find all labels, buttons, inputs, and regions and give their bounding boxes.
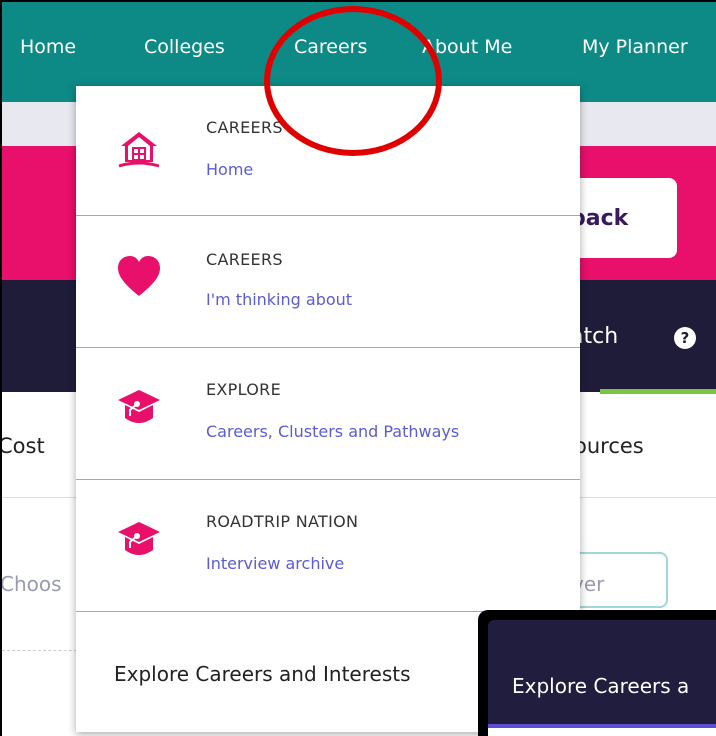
menu-item-kicker: CAREERS — [206, 118, 283, 137]
help-icon[interactable]: ? — [674, 327, 696, 349]
nav-my-planner[interactable]: My Planner — [582, 36, 688, 58]
tab-resources[interactable]: ources — [574, 434, 644, 458]
graduation-cap-icon — [118, 522, 160, 555]
menu-item-kicker: EXPLORE — [206, 380, 281, 399]
menu-item-roadtrip-nation[interactable]: ROADTRIP NATION Interview archive — [76, 480, 580, 612]
menu-item-careers-thinking[interactable]: CAREERS I'm thinking about — [76, 216, 580, 348]
popup-body — [488, 728, 716, 736]
menu-item-explore-careers[interactable]: EXPLORE Careers, Clusters and Pathways — [76, 348, 580, 480]
heart-icon — [118, 256, 160, 296]
house-icon — [118, 132, 160, 168]
menu-item-kicker: CAREERS — [206, 250, 283, 269]
page: Home Colleges Careers About Me My Planne… — [0, 0, 716, 736]
menu-item-link[interactable]: I'm thinking about — [206, 290, 352, 309]
menu-item-link[interactable]: Careers, Clusters and Pathways — [206, 422, 459, 441]
menu-item-kicker: ROADTRIP NATION — [206, 512, 359, 531]
divider — [2, 650, 82, 651]
nav-home[interactable]: Home — [20, 36, 76, 58]
nav-about-me[interactable]: About Me — [422, 36, 512, 58]
tab-cost[interactable]: Cost — [2, 434, 45, 458]
graduation-cap-icon — [118, 390, 160, 423]
menu-item-careers-home[interactable]: CAREERS Home — [76, 86, 580, 216]
choose-placeholder[interactable]: Choos — [2, 572, 62, 596]
nav-colleges[interactable]: Colleges — [144, 36, 225, 58]
popup-title: Explore Careers a — [512, 674, 690, 698]
nav-careers[interactable]: Careers — [294, 36, 367, 58]
menu-item-link[interactable]: Home — [206, 160, 253, 179]
menu-item-link[interactable]: Interview archive — [206, 554, 344, 573]
menu-footer-link[interactable]: Explore Careers and Interests — [114, 662, 411, 686]
